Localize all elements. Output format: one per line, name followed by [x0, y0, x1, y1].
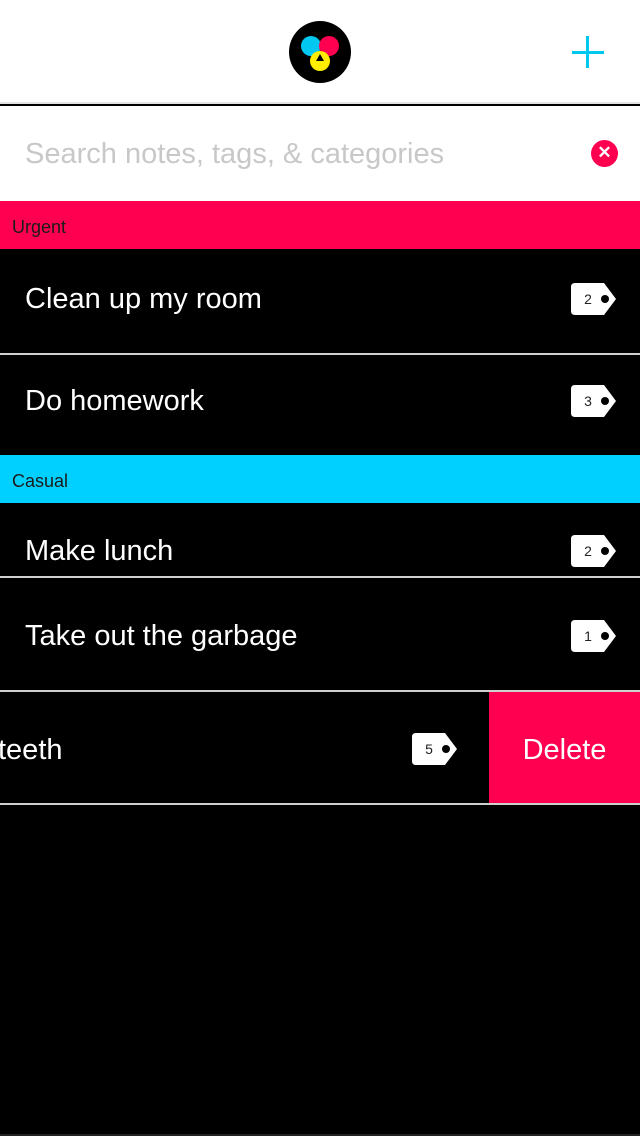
- note-title: Make lunch: [25, 535, 174, 567]
- list-item[interactable]: Make lunch: [0, 503, 640, 578]
- note-title: teeth: [0, 734, 63, 766]
- note-title: Do homework: [25, 385, 204, 417]
- tag-count-badge: 1: [571, 620, 616, 652]
- tag-count-badge: 2: [571, 283, 616, 315]
- delete-button[interactable]: Delete: [489, 692, 640, 803]
- search-input[interactable]: [25, 132, 565, 176]
- section-header-casual: Casual: [0, 455, 640, 503]
- tag-count: 3: [584, 393, 592, 409]
- list-item[interactable]: Do homework: [0, 355, 640, 455]
- tag-count-badge: 2: [571, 535, 616, 567]
- list-item[interactable]: Take out the garbage: [0, 578, 640, 692]
- tag-count: 2: [584, 543, 592, 559]
- close-icon: ✕: [597, 143, 612, 162]
- tag-count: 5: [425, 741, 433, 757]
- add-note-button[interactable]: [566, 30, 610, 74]
- tag-count: 2: [584, 291, 592, 307]
- cmy-logo-icon: [289, 21, 351, 83]
- tag-count: 1: [584, 628, 592, 644]
- tag-count-badge: 5: [412, 733, 457, 765]
- note-title: Take out the garbage: [25, 620, 298, 652]
- section-header-urgent: Urgent: [0, 201, 640, 249]
- tag-count-badge: 3: [571, 385, 616, 417]
- header-bar: [0, 0, 640, 104]
- search-bar: [0, 106, 640, 201]
- list-item[interactable]: Clean up my room: [0, 249, 640, 355]
- clear-search-button[interactable]: ✕: [591, 140, 618, 167]
- note-title: Clean up my room: [25, 283, 262, 315]
